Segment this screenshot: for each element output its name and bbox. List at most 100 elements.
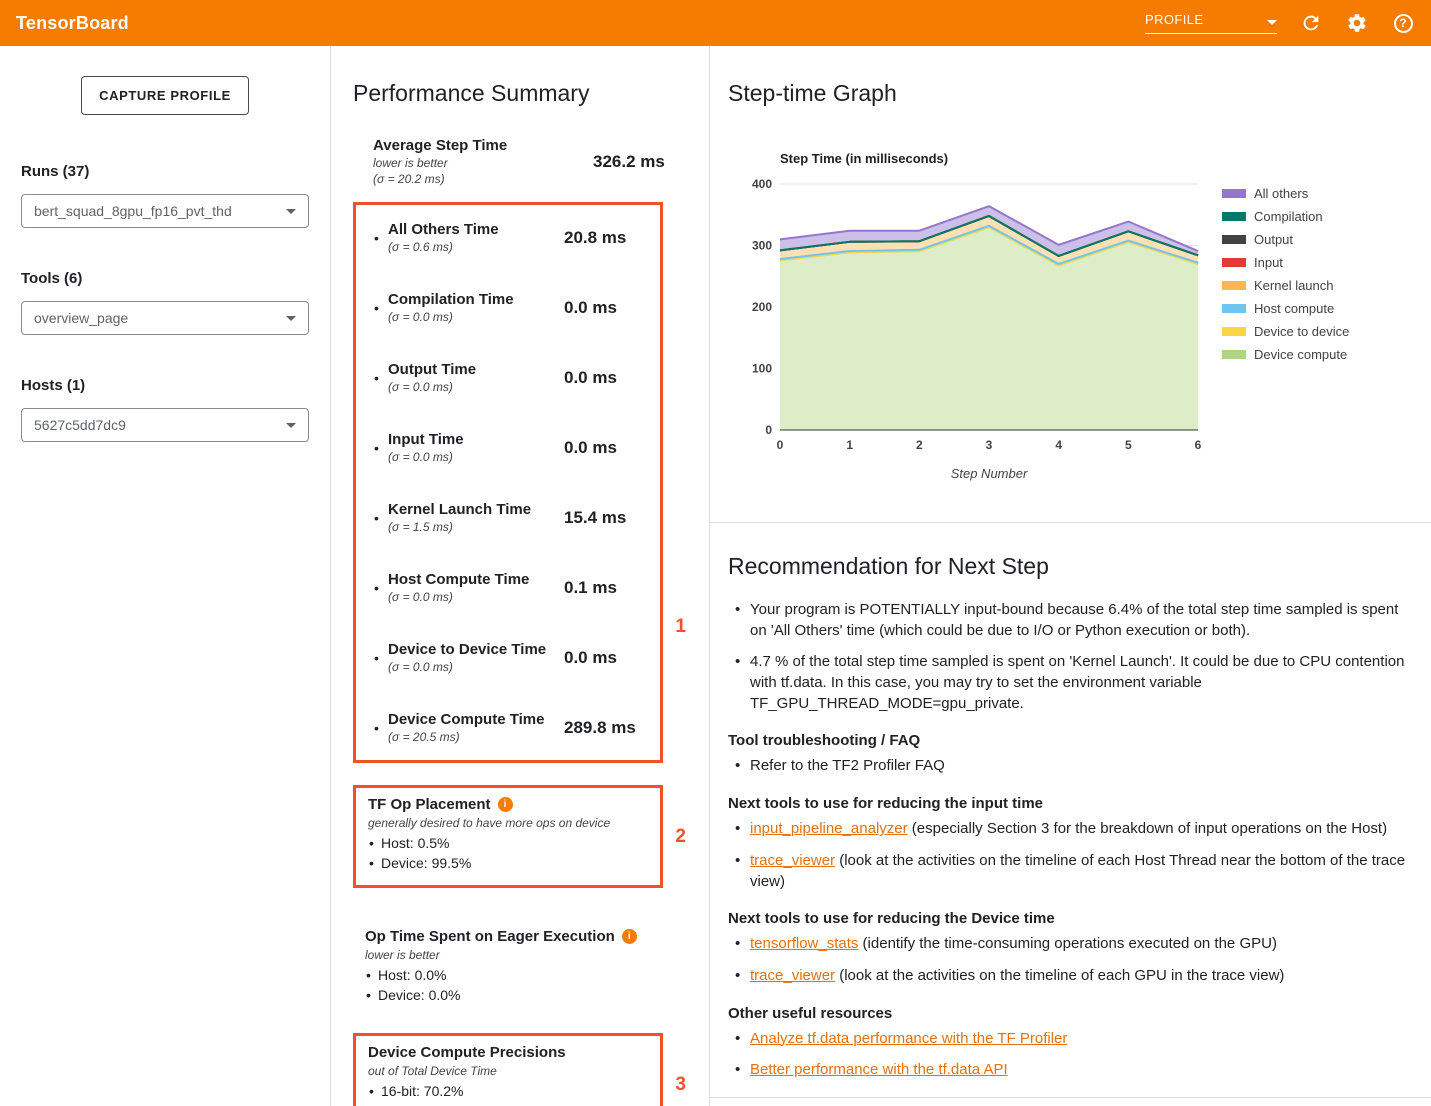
runs-select[interactable]: bert_squad_8gpu_fp16_pvt_thd	[21, 194, 309, 228]
legend-item: Compilation	[1222, 209, 1349, 224]
svg-text:3: 3	[986, 438, 993, 452]
device-tools-heading: Next tools to use for reducing the Devic…	[728, 910, 1411, 927]
list-item-text: Refer to the TF2 Profiler FAQ	[750, 757, 945, 774]
chart-title: Step Time (in milliseconds)	[780, 151, 1431, 166]
tensorflow-stats-link[interactable]: tensorflow_stats	[750, 935, 858, 952]
step-time-chart-svg: 01002003004000123456Step Number	[730, 170, 1210, 482]
eager-device-item: Device: 0.0%	[365, 987, 675, 1003]
tf-op-device-item: Device: 99.5%	[368, 855, 648, 871]
tfdata-api-link[interactable]: Better performance with the tf.data API	[750, 1061, 1008, 1078]
precision-16bit-item: 16-bit: 70.2%	[368, 1083, 648, 1099]
svg-text:1: 1	[846, 438, 853, 452]
faq-heading: Tool troubleshooting / FAQ	[728, 732, 1411, 749]
legend-label: Compilation	[1254, 209, 1323, 224]
annotation-number-2: 2	[675, 826, 686, 848]
legend-item: All others	[1222, 186, 1349, 201]
tf-op-placement-note: generally desired to have more ops on de…	[368, 816, 648, 830]
tf-op-placement-title: TF Op Placement	[368, 796, 491, 813]
svg-text:4: 4	[1055, 438, 1062, 452]
info-icon[interactable]	[622, 929, 637, 944]
bullet: •	[374, 650, 388, 666]
annotation-number-3: 3	[675, 1074, 686, 1096]
svg-text:6: 6	[1195, 438, 1202, 452]
metric-sigma: (σ = 20.5 ms)	[388, 730, 564, 744]
list-item: input_pipeline_analyzer (especially Sect…	[728, 819, 1411, 840]
svg-text:0: 0	[765, 423, 772, 437]
top-bar: TensorBoard PROFILE ?	[0, 0, 1431, 46]
legend-item: Kernel launch	[1222, 278, 1349, 293]
bullet: •	[374, 300, 388, 316]
legend-swatch	[1222, 258, 1246, 267]
capture-profile-button[interactable]: CAPTURE PROFILE	[81, 76, 249, 115]
svg-text:300: 300	[752, 239, 772, 253]
list-item: trace_viewer (look at the activities on …	[728, 966, 1411, 987]
sidebar: CAPTURE PROFILE Runs (37) bert_squad_8gp…	[0, 46, 331, 1106]
trace-viewer-link[interactable]: trace_viewer	[750, 967, 835, 984]
metric-sigma: (σ = 0.6 ms)	[388, 240, 564, 254]
legend-swatch	[1222, 189, 1246, 198]
eager-host-item: Host: 0.0%	[365, 967, 675, 983]
reload-icon[interactable]	[1299, 11, 1323, 35]
dashboard-selector[interactable]: PROFILE	[1145, 12, 1277, 34]
input-pipeline-analyzer-link[interactable]: input_pipeline_analyzer	[750, 820, 908, 837]
svg-text:200: 200	[752, 300, 772, 314]
legend-label: All others	[1254, 186, 1308, 201]
svg-text:2: 2	[916, 438, 923, 452]
legend-swatch	[1222, 281, 1246, 290]
bullet: •	[374, 440, 388, 456]
metric-value: 289.8 ms	[564, 718, 650, 738]
legend-label: Kernel launch	[1254, 278, 1334, 293]
legend-swatch	[1222, 235, 1246, 244]
tfdata-performance-link[interactable]: Analyze tf.data performance with the TF …	[750, 1030, 1067, 1047]
metric-label: Device to Device Time	[388, 641, 564, 658]
recommendation-title: Recommendation for Next Step	[728, 553, 1411, 580]
annotated-box-compute-precisions: Device Compute Precisions out of Total D…	[353, 1033, 663, 1106]
trace-viewer-link[interactable]: trace_viewer	[750, 852, 835, 869]
help-icon[interactable]: ?	[1391, 11, 1415, 35]
eager-execution-title: Op Time Spent on Eager Execution	[365, 928, 615, 945]
bullet: •	[374, 370, 388, 386]
metric-label: Kernel Launch Time	[388, 501, 564, 518]
legend-swatch	[1222, 327, 1246, 336]
legend-label: Device compute	[1254, 347, 1347, 362]
page-body: CAPTURE PROFILE Runs (37) bert_squad_8gp…	[0, 46, 1431, 1106]
legend-swatch	[1222, 350, 1246, 359]
svg-text:400: 400	[752, 177, 772, 191]
list-item: Better performance with the tf.data API	[728, 1060, 1411, 1081]
runs-select-value: bert_squad_8gpu_fp16_pvt_thd	[34, 203, 232, 219]
legend-swatch	[1222, 212, 1246, 221]
metric-value: 0.0 ms	[564, 648, 650, 668]
metric-sigma: (σ = 0.0 ms)	[388, 590, 564, 604]
metric-label: Compilation Time	[388, 291, 564, 308]
average-step-time-label: Average Step Time	[373, 137, 593, 154]
list-item-text: (look at the activities on the timeline …	[750, 852, 1405, 890]
list-item: trace_viewer (look at the activities on …	[728, 851, 1411, 892]
metric-sigma: (σ = 0.0 ms)	[388, 380, 564, 394]
eager-execution-section: Op Time Spent on Eager Execution lower i…	[353, 928, 687, 1003]
tf-op-host-item: Host: 0.5%	[368, 835, 648, 851]
metric-label: Input Time	[388, 431, 564, 448]
average-step-time-note: lower is better	[373, 156, 593, 170]
svg-text:100: 100	[752, 362, 772, 376]
runs-label: Runs (37)	[21, 163, 309, 180]
metric-row: • All Others Time (σ = 0.6 ms) 20.8 ms	[374, 221, 650, 254]
eager-execution-note: lower is better	[365, 948, 675, 962]
tools-select[interactable]: overview_page	[21, 301, 309, 335]
resources-heading: Other useful resources	[728, 1005, 1411, 1022]
list-item-text: (look at the activities on the timeline …	[835, 967, 1284, 984]
metric-value: 0.0 ms	[564, 368, 650, 388]
metric-row: • Compilation Time (σ = 0.0 ms) 0.0 ms	[374, 291, 650, 324]
list-item-text: (identify the time-consuming operations …	[858, 935, 1277, 952]
metric-value: 0.1 ms	[564, 578, 650, 598]
legend-item: Device compute	[1222, 347, 1349, 362]
gear-icon[interactable]	[1345, 11, 1369, 35]
info-icon[interactable]	[498, 797, 513, 812]
legend-label: Input	[1254, 255, 1283, 270]
metric-value: 20.8 ms	[564, 228, 650, 248]
input-tools-heading: Next tools to use for reducing the input…	[728, 795, 1411, 812]
hosts-select[interactable]: 5627c5dd7dc9	[21, 408, 309, 442]
metric-row: • Output Time (σ = 0.0 ms) 0.0 ms	[374, 361, 650, 394]
metric-row: • Input Time (σ = 0.0 ms) 0.0 ms	[374, 431, 650, 464]
top-bar-actions: PROFILE ?	[1145, 11, 1415, 35]
chevron-down-icon	[1267, 20, 1277, 25]
